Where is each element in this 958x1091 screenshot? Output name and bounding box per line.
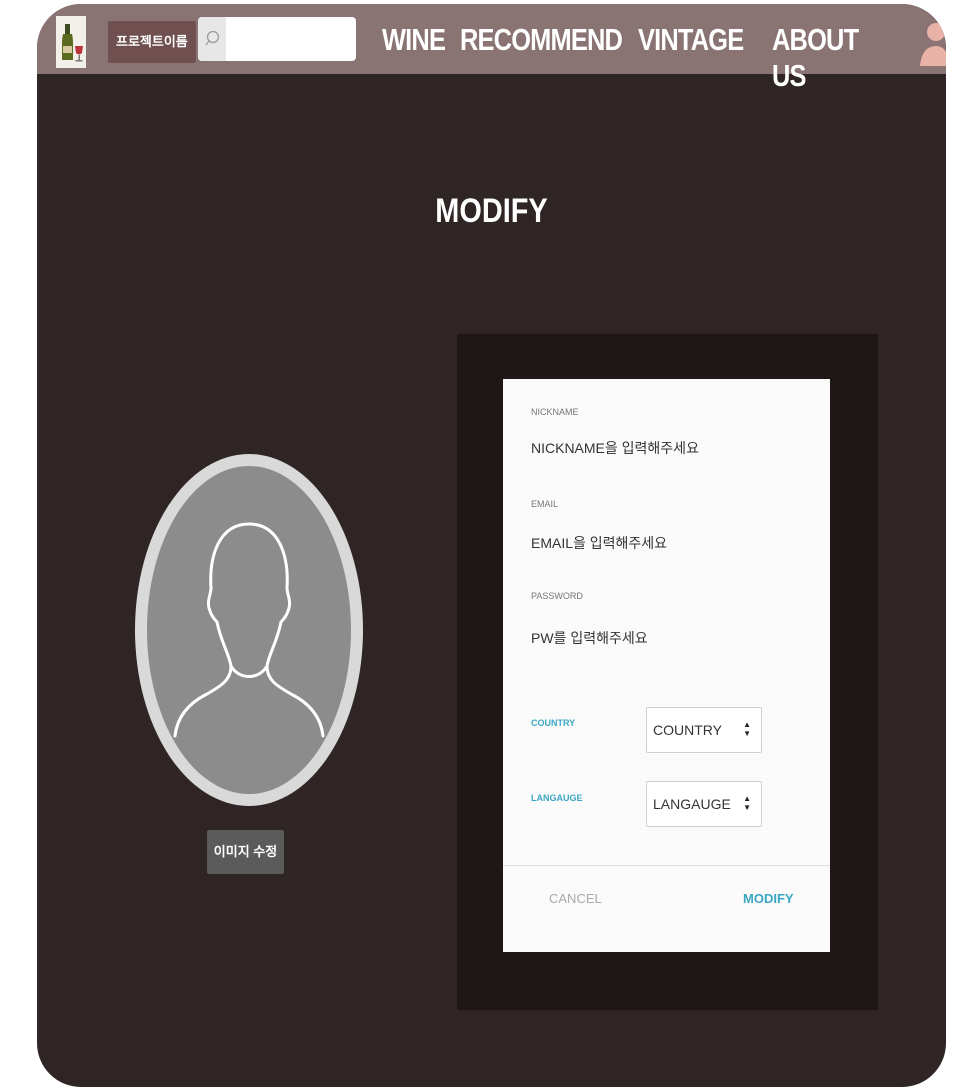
search-input[interactable] — [228, 17, 354, 63]
profile-image-frame — [135, 454, 363, 806]
nav-recommend[interactable]: RECOMMEND — [460, 22, 623, 94]
nickname-field[interactable] — [529, 437, 793, 459]
language-select[interactable]: LANGAUGE ▲ ▼ — [646, 781, 762, 827]
password-label: PASSWORD — [531, 591, 583, 601]
nav-vintage[interactable]: VINTAGE — [638, 22, 744, 94]
top-nav-bar: 프로젝트이름 WINE RECOMMEND VINTAGE ABOUT US — [37, 4, 946, 93]
nickname-label: NICKNAME — [531, 407, 579, 417]
search-icon[interactable] — [198, 17, 226, 61]
select-arrows-icon: ▲ ▼ — [743, 720, 751, 738]
language-select-value: LANGAUGE — [653, 796, 731, 812]
modify-form-panel: NICKNAME EMAIL PASSWORD COUNTRY COUNTRY … — [457, 334, 878, 1010]
app-window: 프로젝트이름 WINE RECOMMEND VINTAGE ABOUT US M… — [37, 4, 946, 1087]
nav-wine[interactable]: WINE — [382, 22, 446, 94]
user-icon[interactable] — [918, 20, 946, 66]
person-silhouette-icon — [173, 522, 325, 738]
modify-form-card: NICKNAME EMAIL PASSWORD COUNTRY COUNTRY … — [503, 379, 830, 952]
wine-logo-icon[interactable] — [56, 16, 86, 68]
email-label: EMAIL — [531, 499, 559, 509]
project-name-button[interactable]: 프로젝트이름 — [108, 21, 196, 63]
form-divider — [503, 865, 830, 866]
page-title: MODIFY — [435, 192, 548, 230]
country-select[interactable]: COUNTRY ▲ ▼ — [646, 707, 762, 753]
search-box[interactable] — [198, 17, 356, 63]
language-label: LANGAUGE — [531, 793, 583, 803]
modify-button[interactable]: MODIFY — [743, 891, 794, 906]
select-arrows-icon: ▲ ▼ — [743, 794, 751, 812]
country-select-value: COUNTRY — [653, 722, 722, 738]
email-field[interactable] — [529, 532, 793, 554]
avatar — [147, 466, 351, 794]
cancel-button[interactable]: CANCEL — [549, 891, 602, 906]
password-field[interactable] — [529, 627, 793, 649]
edit-image-button[interactable]: 이미지 수정 — [207, 830, 284, 874]
country-label: COUNTRY — [531, 718, 576, 728]
main-nav: WINE RECOMMEND VINTAGE ABOUT US — [382, 22, 898, 94]
nav-about-us[interactable]: ABOUT US — [772, 22, 862, 94]
